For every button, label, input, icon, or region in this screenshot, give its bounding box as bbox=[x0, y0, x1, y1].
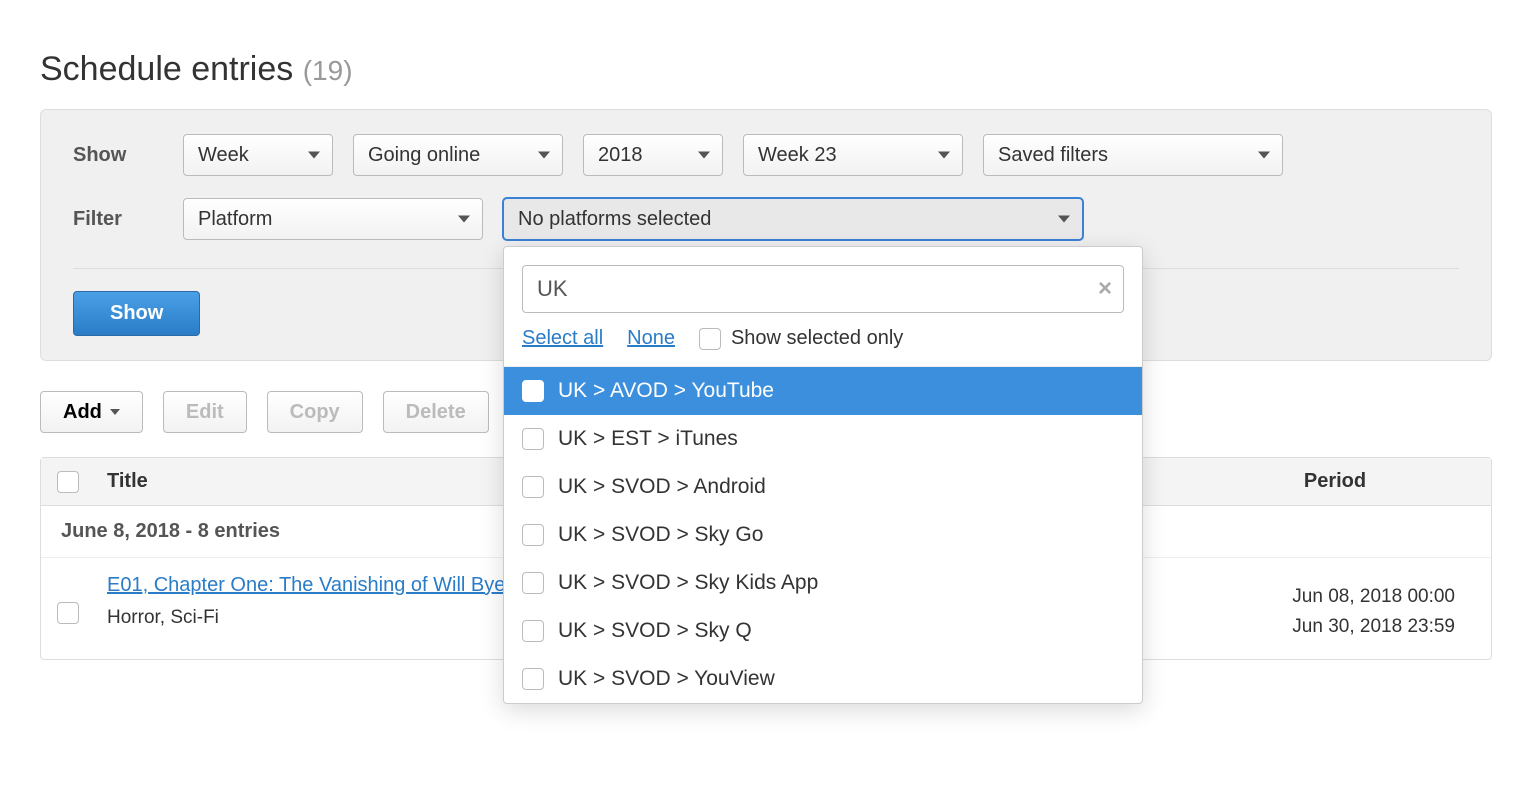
status-value: Going online bbox=[368, 144, 480, 167]
column-period: Period bbox=[1195, 470, 1475, 493]
platform-option[interactable]: UK > SVOD > Sky Go bbox=[504, 511, 1142, 559]
chevron-down-icon bbox=[458, 216, 470, 223]
platform-option[interactable]: UK > SVOD > YouView bbox=[504, 655, 1142, 703]
platform-dropdown: × Select all None Show selected only bbox=[503, 246, 1143, 704]
page-count: (19) bbox=[303, 55, 353, 86]
option-label: UK > EST > iTunes bbox=[558, 427, 738, 451]
show-selected-only-checkbox[interactable] bbox=[699, 328, 721, 350]
option-checkbox[interactable] bbox=[522, 380, 544, 402]
year-value: 2018 bbox=[598, 144, 643, 167]
week-value: Week 23 bbox=[758, 144, 837, 167]
chevron-down-icon bbox=[698, 152, 710, 159]
platform-search-input[interactable] bbox=[522, 265, 1124, 313]
option-label: UK > SVOD > Android bbox=[558, 475, 766, 499]
page-title: Schedule entries (19) bbox=[40, 50, 1492, 89]
edit-button[interactable]: Edit bbox=[163, 391, 247, 433]
period-mode-select[interactable]: Week bbox=[183, 134, 333, 176]
delete-button[interactable]: Delete bbox=[383, 391, 489, 433]
option-checkbox[interactable] bbox=[522, 572, 544, 594]
week-select[interactable]: Week 23 bbox=[743, 134, 963, 176]
show-button[interactable]: Show bbox=[73, 291, 200, 336]
chevron-down-icon bbox=[538, 152, 550, 159]
option-checkbox[interactable] bbox=[522, 476, 544, 498]
show-selected-only-label: Show selected only bbox=[731, 327, 903, 350]
select-none-link[interactable]: None bbox=[627, 327, 675, 350]
status-select[interactable]: Going online bbox=[353, 134, 563, 176]
show-selected-only-toggle[interactable]: Show selected only bbox=[699, 327, 903, 350]
platform-option[interactable]: UK > AVOD > YouTube bbox=[504, 367, 1142, 415]
saved-filters-value: Saved filters bbox=[998, 144, 1108, 167]
show-label: Show bbox=[73, 144, 163, 167]
option-label: UK > AVOD > YouTube bbox=[558, 379, 774, 403]
clear-icon[interactable]: × bbox=[1098, 275, 1112, 303]
select-all-checkbox[interactable] bbox=[57, 471, 79, 493]
chevron-down-icon bbox=[308, 152, 320, 159]
filter-label: Filter bbox=[73, 208, 163, 231]
option-label: UK > SVOD > Sky Q bbox=[558, 619, 752, 643]
option-checkbox[interactable] bbox=[522, 668, 544, 690]
chevron-down-icon bbox=[1258, 152, 1270, 159]
filter-panel: Show Week Going online 2018 Week 23 Save… bbox=[40, 109, 1492, 361]
copy-button[interactable]: Copy bbox=[267, 391, 363, 433]
option-checkbox[interactable] bbox=[522, 428, 544, 450]
row-checkbox[interactable] bbox=[57, 602, 79, 624]
option-label: UK > SVOD > Sky Kids App bbox=[558, 571, 818, 595]
platform-select-label: No platforms selected bbox=[518, 208, 711, 231]
chevron-down-icon bbox=[110, 409, 120, 415]
platform-multiselect[interactable]: No platforms selected bbox=[503, 198, 1083, 240]
chevron-down-icon bbox=[1058, 216, 1070, 223]
add-label: Add bbox=[63, 401, 102, 424]
platform-option[interactable]: UK > SVOD > Sky Q bbox=[504, 607, 1142, 655]
platform-option[interactable]: UK > EST > iTunes bbox=[504, 415, 1142, 463]
show-row: Show Week Going online 2018 Week 23 Save… bbox=[73, 134, 1459, 176]
filter-row: Filter Platform No platforms selected × bbox=[73, 198, 1459, 240]
period-end: Jun 30, 2018 23:59 bbox=[1195, 612, 1455, 642]
saved-filters-select[interactable]: Saved filters bbox=[983, 134, 1283, 176]
filter-type-select[interactable]: Platform bbox=[183, 198, 483, 240]
year-select[interactable]: 2018 bbox=[583, 134, 723, 176]
platform-option[interactable]: UK > SVOD > Android bbox=[504, 463, 1142, 511]
chevron-down-icon bbox=[938, 152, 950, 159]
platform-option[interactable]: UK > SVOD > Sky Kids App bbox=[504, 559, 1142, 607]
option-label: UK > SVOD > Sky Go bbox=[558, 523, 763, 547]
add-button[interactable]: Add bbox=[40, 391, 143, 433]
period-start: Jun 08, 2018 00:00 bbox=[1195, 582, 1455, 612]
option-checkbox[interactable] bbox=[522, 524, 544, 546]
page-title-text: Schedule entries bbox=[40, 50, 293, 88]
option-label: UK > SVOD > YouView bbox=[558, 667, 775, 691]
select-all-link[interactable]: Select all bbox=[522, 327, 603, 350]
platform-option-list: UK > AVOD > YouTube UK > EST > iTunes UK… bbox=[504, 366, 1142, 703]
filter-type-value: Platform bbox=[198, 208, 272, 231]
option-checkbox[interactable] bbox=[522, 620, 544, 642]
period-mode-value: Week bbox=[198, 144, 249, 167]
